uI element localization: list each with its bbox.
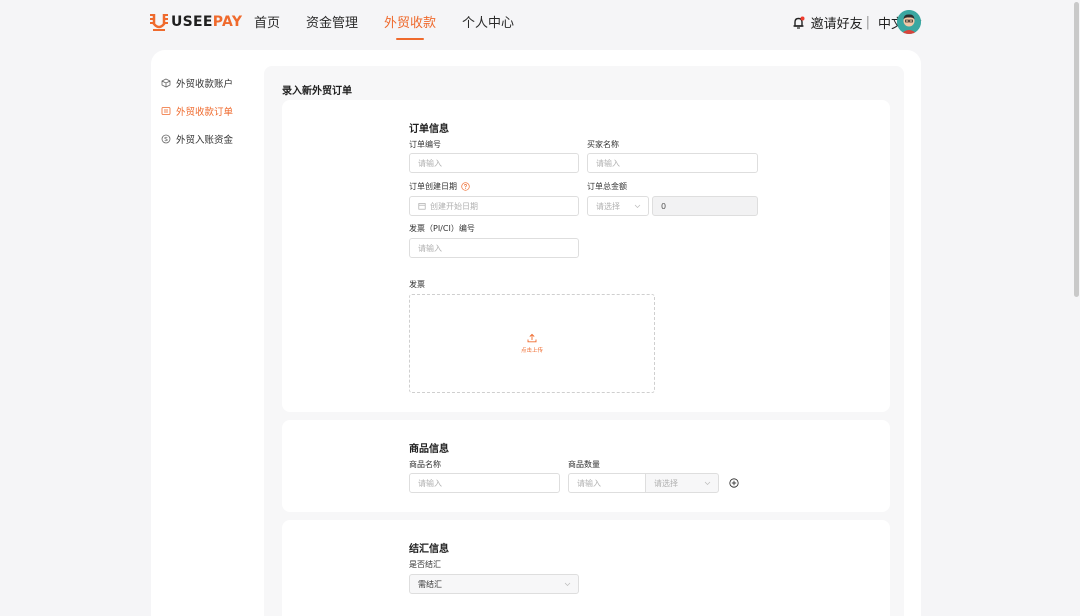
sidebar-item-incoming-funds[interactable]: 外贸入账资金 bbox=[161, 132, 233, 146]
nav-home[interactable]: 首页 bbox=[254, 12, 280, 31]
sidebar-item-label: 外贸收款账户 bbox=[176, 79, 234, 90]
main-nav: 首页 资金管理 外贸收款 个人中心 bbox=[254, 12, 540, 40]
order-info-section: 订单信息 订单编号 请输入 买家名称 请输入 订单创建日期 创建开始日期 订单总… bbox=[282, 100, 890, 412]
upload-icon bbox=[527, 333, 537, 343]
need-settle-label: 是否结汇 bbox=[409, 560, 441, 569]
nav-foreign-trade-collection[interactable]: 外贸收款 bbox=[384, 12, 436, 40]
settlement-info-title: 结汇信息 bbox=[409, 544, 449, 555]
useepay-logo[interactable]: USEEPAY bbox=[150, 12, 242, 32]
created-date-label: 订单创建日期 bbox=[409, 181, 470, 192]
user-avatar[interactable] bbox=[897, 10, 921, 34]
logo-text-pay: PAY bbox=[212, 14, 243, 30]
goods-name-label: 商品名称 bbox=[409, 460, 441, 469]
page-title: 录入新外贸订单 bbox=[282, 86, 352, 97]
bell-icon[interactable] bbox=[792, 16, 805, 29]
invoice-label: 发票 bbox=[409, 280, 425, 289]
goods-info-title: 商品信息 bbox=[409, 444, 449, 455]
invite-friends-link[interactable]: 邀请好友 bbox=[811, 13, 863, 32]
order-no-input[interactable]: 请输入 bbox=[409, 153, 579, 173]
invoice-no-input[interactable]: 请输入 bbox=[409, 238, 579, 258]
chevron-down-icon bbox=[564, 582, 571, 586]
main-card: 外贸收款账户 外贸收款订单 外贸入账资金 录入新外贸订单 订单信息 订单编号 请… bbox=[151, 50, 921, 616]
sidebar-item-label: 外贸收款订单 bbox=[176, 107, 234, 118]
logo-text-usee: USEE bbox=[171, 14, 213, 30]
currency-select[interactable]: 请选择 bbox=[587, 196, 649, 216]
created-date-picker[interactable]: 创建开始日期 bbox=[409, 196, 579, 216]
invoice-no-label: 发票（PI/CI）编号 bbox=[409, 224, 475, 233]
sidebar-item-collection-account[interactable]: 外贸收款账户 bbox=[161, 76, 233, 90]
created-date-label-text: 订单创建日期 bbox=[409, 182, 457, 191]
need-settle-select[interactable]: 需结汇 bbox=[409, 574, 579, 594]
logo-text: USEEPAY bbox=[171, 14, 242, 30]
order-info-title: 订单信息 bbox=[409, 124, 449, 135]
page-scrollbar[interactable] bbox=[1074, 2, 1079, 297]
total-amount-input[interactable]: 0 bbox=[652, 196, 758, 216]
goods-quantity-input[interactable]: 请输入 bbox=[568, 473, 646, 493]
logo-mark-icon bbox=[150, 14, 168, 31]
quantity-unit-select[interactable]: 请选择 bbox=[645, 473, 719, 493]
order-no-label: 订单编号 bbox=[409, 140, 441, 149]
upload-text: 点击上传 bbox=[520, 348, 543, 354]
dollar-icon bbox=[161, 134, 171, 144]
calendar-icon bbox=[418, 203, 426, 210]
buyer-name-label: 买家名称 bbox=[587, 140, 619, 149]
chevron-down-icon bbox=[704, 481, 711, 485]
chevron-down-icon bbox=[634, 204, 641, 208]
sidebar-item-label: 外贸入账资金 bbox=[176, 135, 234, 146]
content-panel: 录入新外贸订单 订单信息 订单编号 请输入 买家名称 请输入 订单创建日期 创建… bbox=[264, 66, 904, 616]
currency-placeholder: 请选择 bbox=[596, 201, 620, 211]
nav-fund-management[interactable]: 资金管理 bbox=[306, 12, 358, 31]
cube-icon bbox=[161, 78, 171, 88]
goods-quantity-label: 商品数量 bbox=[568, 460, 600, 469]
goods-info-section: 商品信息 商品名称 请输入 商品数量 请输入 请选择 bbox=[282, 420, 890, 512]
total-amount-label: 订单总金额 bbox=[587, 182, 627, 191]
top-header: USEEPAY 首页 资金管理 外贸收款 个人中心 邀请好友 | 中文 bbox=[0, 0, 1080, 48]
created-date-placeholder: 创建开始日期 bbox=[430, 201, 478, 211]
goods-name-input[interactable]: 请输入 bbox=[409, 473, 560, 493]
settlement-info-section: 结汇信息 是否结汇 需结汇 bbox=[282, 520, 890, 616]
invoice-upload-dropzone[interactable]: 点击上传 bbox=[409, 294, 655, 393]
sidebar-item-collection-orders[interactable]: 外贸收款订单 bbox=[161, 104, 233, 118]
need-settle-value: 需结汇 bbox=[418, 579, 442, 589]
quantity-unit-placeholder: 请选择 bbox=[654, 478, 678, 488]
avatar-face-icon bbox=[897, 10, 921, 34]
buyer-name-input[interactable]: 请输入 bbox=[587, 153, 758, 173]
question-circle-icon[interactable] bbox=[461, 182, 470, 191]
header-separator: | bbox=[865, 14, 870, 30]
nav-personal-center[interactable]: 个人中心 bbox=[462, 12, 514, 31]
list-icon bbox=[161, 106, 171, 116]
add-goods-plus-icon[interactable] bbox=[729, 478, 739, 488]
